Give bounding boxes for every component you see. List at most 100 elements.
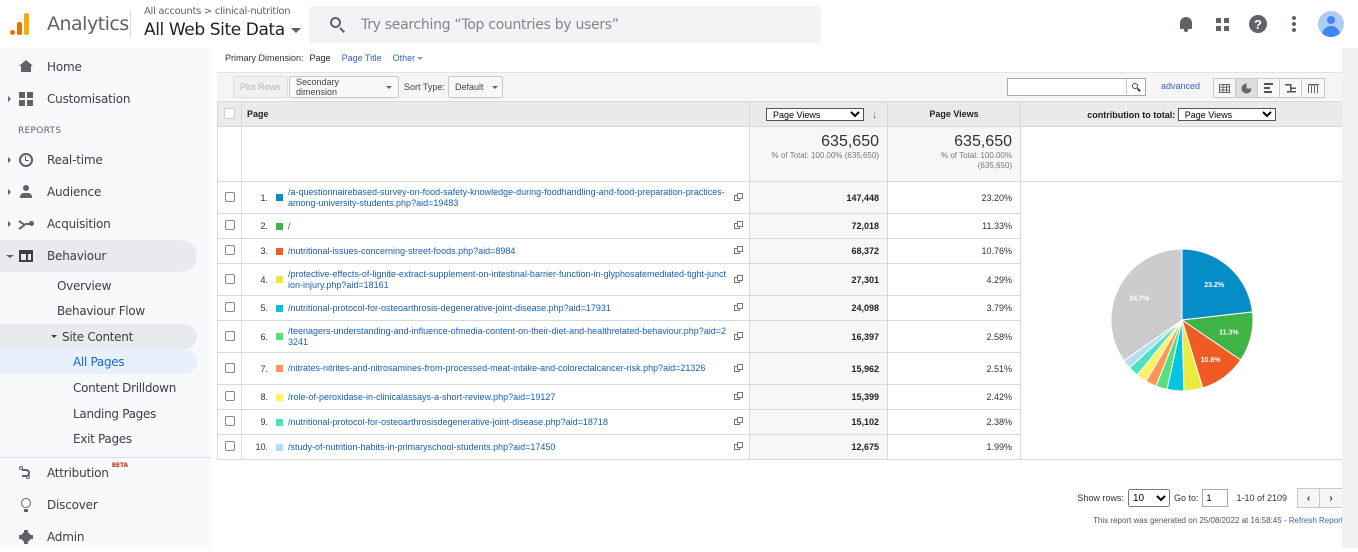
analytics-logo-icon[interactable] bbox=[10, 13, 32, 35]
advanced-filter-link[interactable]: advanced bbox=[1161, 81, 1200, 91]
account-breadcrumb[interactable]: All accounts > clinical-nutrition bbox=[144, 6, 291, 17]
legend-swatch bbox=[276, 276, 283, 283]
row-index: 1. bbox=[260, 192, 268, 203]
sidebar-subitem-site-content[interactable]: Site Content bbox=[0, 324, 197, 349]
pivot-view-button[interactable] bbox=[1302, 79, 1324, 97]
sidebar-subitem-exit-pages[interactable]: Exit Pages bbox=[0, 426, 197, 451]
apps-button[interactable] bbox=[1204, 6, 1240, 42]
row-checkbox[interactable] bbox=[224, 391, 235, 401]
open-in-new-icon[interactable] bbox=[734, 274, 743, 284]
page-link[interactable]: /teenagers-understanding-and-influence-o… bbox=[288, 326, 727, 348]
table-filter-search-button[interactable] bbox=[1126, 79, 1145, 95]
comparison-icon bbox=[1285, 84, 1296, 93]
percent-cell: 2.51% bbox=[887, 352, 1021, 385]
open-in-new-icon[interactable] bbox=[734, 221, 743, 230]
refresh-report-link[interactable]: Refresh Report bbox=[1289, 516, 1343, 525]
collapse-arrow-icon bbox=[51, 335, 57, 338]
dimension-link-other[interactable]: Other bbox=[393, 53, 424, 63]
comparison-view-button[interactable] bbox=[1280, 79, 1302, 97]
sort-type-dropdown[interactable]: Default bbox=[448, 76, 503, 98]
page-link[interactable]: / bbox=[288, 221, 291, 232]
pager: ‹ › bbox=[1297, 488, 1343, 508]
sidebar-item-behaviour[interactable]: Behaviour bbox=[0, 240, 197, 272]
goto-input[interactable] bbox=[1202, 489, 1229, 507]
row-checkbox[interactable] bbox=[224, 441, 235, 451]
plot-rows-button[interactable]: Plot Rows bbox=[233, 76, 288, 98]
page-link[interactable]: /protective-effects-of-lignite-extract-s… bbox=[288, 269, 727, 291]
row-checkbox[interactable] bbox=[224, 416, 235, 426]
sidebar-subitem-landing-pages[interactable]: Landing Pages bbox=[0, 401, 197, 426]
dimension-link-page-title[interactable]: Page Title bbox=[342, 53, 382, 63]
sidebar-subitem-content-drilldown[interactable]: Content Drilldown bbox=[0, 375, 197, 400]
show-rows-select[interactable]: 10 bbox=[1127, 489, 1170, 507]
percentage-pie-view-button[interactable] bbox=[1236, 79, 1258, 97]
sidebar-subitem-all-pages[interactable]: All Pages bbox=[0, 349, 197, 374]
data-table-view-button[interactable] bbox=[1214, 79, 1236, 97]
sidebar-subitem-behaviour-flow[interactable]: Behaviour Flow bbox=[0, 298, 197, 323]
page-link[interactable]: /role-of-peroxidase-in-clinicalassays-a-… bbox=[288, 392, 555, 403]
account-avatar[interactable] bbox=[1318, 11, 1344, 37]
open-in-new-icon[interactable] bbox=[734, 303, 743, 312]
page-views-cell: 15,962 bbox=[749, 352, 888, 385]
sort-descending-icon[interactable]: ↓ bbox=[872, 109, 878, 121]
secondary-dimension-dropdown[interactable]: Secondary dimension bbox=[289, 76, 399, 98]
page-link[interactable]: /a-questionnairebased-survey-on-food-saf… bbox=[288, 187, 727, 209]
sidebar-item-customisation[interactable]: Customisation bbox=[0, 84, 197, 114]
help-button[interactable]: ? bbox=[1240, 6, 1276, 42]
page-scrollbar[interactable] bbox=[1342, 48, 1358, 548]
report-panel: Primary Dimension: Page Page Title Other… bbox=[211, 48, 1358, 548]
other-label: Other bbox=[392, 53, 416, 63]
open-in-new-icon[interactable] bbox=[734, 417, 743, 426]
contribution-metric-select[interactable]: Page Views bbox=[1177, 107, 1276, 121]
sidebar-item-realtime[interactable]: Real-time bbox=[0, 145, 197, 175]
row-checkbox[interactable] bbox=[224, 191, 235, 202]
open-in-new-icon[interactable] bbox=[734, 331, 743, 341]
property-selector[interactable]: All Web Site Data bbox=[144, 20, 301, 40]
sidebar-item-home[interactable]: Home bbox=[0, 52, 197, 82]
sidebar-item-attribution[interactable]: AttributionBETA bbox=[0, 458, 197, 488]
more-options-button[interactable] bbox=[1276, 6, 1312, 42]
sidebar-item-acquisition[interactable]: Acquisition bbox=[0, 209, 197, 239]
contribution-label: contribution to total: bbox=[1087, 109, 1176, 120]
help-icon: ? bbox=[1249, 15, 1267, 33]
row-checkbox[interactable] bbox=[224, 245, 235, 255]
contribution-column-header: contribution to total: Page Views bbox=[1020, 101, 1343, 127]
row-checkbox[interactable] bbox=[224, 220, 235, 230]
page-link[interactable]: /nutritional-issues-concerning-street-fo… bbox=[288, 246, 515, 257]
page-link[interactable]: /study-of-nutrition-habits-in-primarysch… bbox=[288, 442, 555, 453]
table-filter bbox=[1007, 78, 1146, 96]
table-footer: Show rows: 10 Go to: 1-10 of 2109 ‹ › Th… bbox=[211, 488, 1343, 548]
next-page-button[interactable]: › bbox=[1320, 489, 1342, 507]
secondary-dimension-label: Secondary dimension bbox=[296, 77, 340, 97]
global-search[interactable] bbox=[309, 6, 821, 43]
legend-swatch bbox=[276, 393, 283, 401]
row-checkbox-cell bbox=[217, 434, 242, 460]
previous-page-button[interactable]: ‹ bbox=[1298, 489, 1320, 507]
metric-select[interactable]: Page Views bbox=[766, 107, 864, 121]
sidebar-item-audience[interactable]: Audience bbox=[0, 177, 197, 207]
performance-view-button[interactable] bbox=[1258, 79, 1280, 97]
row-checkbox[interactable] bbox=[224, 330, 235, 341]
primary-dimension-label: Primary Dimension: bbox=[225, 53, 304, 63]
table-filter-input[interactable] bbox=[1008, 79, 1126, 95]
sidebar-subitem-overview[interactable]: Overview bbox=[0, 273, 197, 298]
sidebar-item-discover[interactable]: Discover bbox=[0, 490, 197, 520]
row-checkbox[interactable] bbox=[224, 302, 235, 312]
percent-cell: 11.33% bbox=[887, 213, 1021, 239]
column-header-page-views[interactable]: Page Views bbox=[887, 101, 1021, 127]
page-link[interactable]: /nutritional-protocol-for-osteoarthrosis… bbox=[288, 417, 608, 428]
row-checkbox[interactable] bbox=[224, 362, 235, 373]
page-link[interactable]: /nutritional-protocol-for-osteoarthrosis… bbox=[288, 303, 611, 314]
open-in-new-icon[interactable] bbox=[734, 363, 743, 373]
global-search-input[interactable] bbox=[359, 15, 799, 34]
open-in-new-icon[interactable] bbox=[734, 246, 743, 255]
page-link[interactable]: /nitrates-nitrites-and-nitrosamines-from… bbox=[288, 363, 705, 374]
column-header-page[interactable]: Page bbox=[241, 101, 750, 127]
open-in-new-icon[interactable] bbox=[734, 442, 743, 451]
bar-list-icon bbox=[1263, 83, 1273, 93]
open-in-new-icon[interactable] bbox=[734, 392, 743, 401]
row-checkbox[interactable] bbox=[224, 273, 235, 284]
open-in-new-icon[interactable] bbox=[734, 192, 743, 202]
select-all-checkbox[interactable] bbox=[224, 107, 235, 119]
notifications-button[interactable] bbox=[1168, 6, 1204, 42]
